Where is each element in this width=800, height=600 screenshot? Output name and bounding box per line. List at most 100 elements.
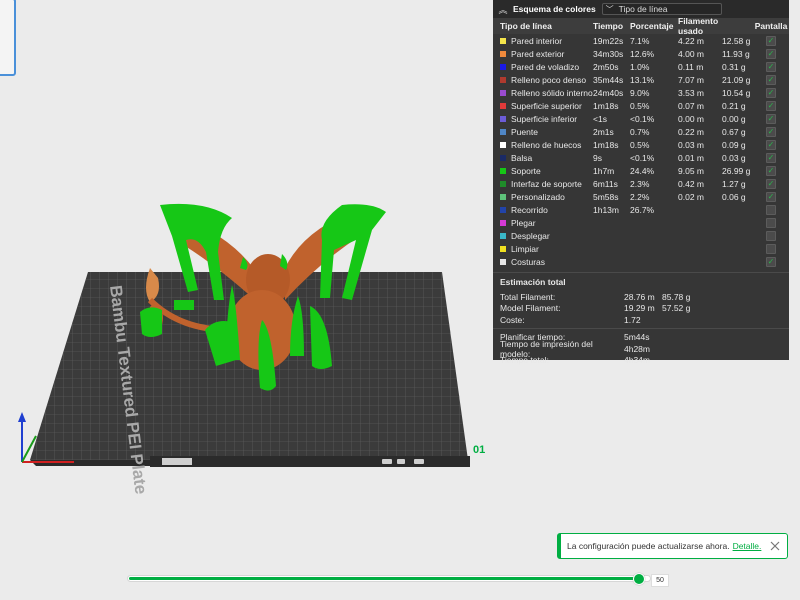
col-display: Pantalla [754, 21, 788, 31]
line-length: 0.11 m [678, 61, 704, 72]
estimation-value-2: 57.52 g [662, 303, 691, 314]
display-checkbox[interactable]: ✓ [766, 204, 776, 215]
line-time: 19m22s [593, 35, 624, 46]
line-type-name: Pared de voladizo [511, 61, 580, 72]
3d-viewport[interactable]: Bambu Textured PEI Plate 01 ︽ Esquema de… [0, 0, 800, 600]
display-checkbox[interactable]: ✓ [766, 87, 776, 98]
line-time: 6m11s [593, 178, 618, 189]
legend-title: Esquema de colores [513, 4, 596, 14]
line-type-name: Superficie superior [511, 100, 582, 111]
line-percent: 12.6% [630, 48, 655, 59]
color-swatch [500, 63, 506, 70]
line-weight: 10.54 g [722, 87, 751, 98]
display-checkbox[interactable]: ✓ [766, 217, 776, 228]
line-time: 2m1s [593, 126, 614, 137]
layer-slider[interactable] [127, 572, 657, 586]
line-type-name: Soporte [511, 165, 541, 176]
collapse-up-icon[interactable]: ︽ [493, 3, 513, 16]
legend-row: Pared de voladizo 2m50s 1.0% 0.11 m 0.31 g ✓ [493, 60, 789, 73]
color-swatch [500, 167, 506, 174]
line-weight: 11.93 g [722, 48, 750, 59]
estimation-value-1: 28.76 m [624, 291, 655, 302]
color-scheme-panel: ︽ Esquema de colores ﹀ Tipo de línea Tip… [493, 0, 789, 365]
line-length: 3.53 m [678, 87, 704, 98]
display-checkbox[interactable]: ✓ [766, 178, 776, 189]
line-weight: 0.06 g [722, 191, 746, 202]
display-checkbox[interactable]: ✓ [766, 230, 776, 241]
notification-detail-link[interactable]: Detalle. [733, 541, 762, 551]
plate-number: 01 [473, 444, 485, 456]
display-checkbox[interactable]: ✓ [766, 243, 776, 254]
line-length: 0.02 m [678, 191, 704, 202]
estimation-value-1: 1.72 [624, 314, 641, 325]
estimation-label: Model Filament: [500, 303, 561, 314]
line-length: 9.05 m [678, 165, 704, 176]
estimation-title: Estimación total [493, 272, 789, 291]
display-checkbox[interactable]: ✓ [766, 139, 776, 150]
line-type-name: Recorrido [511, 204, 548, 215]
line-time: 5m58s [593, 191, 619, 202]
slider-value: 50 [651, 574, 669, 587]
display-checkbox[interactable]: ✓ [766, 191, 776, 202]
line-length: 0.00 m [678, 113, 704, 124]
line-time: 1m18s [593, 139, 619, 150]
legend-rows: Pared interior 19m22s 7.1% 4.22 m 12.58 g ✓ Pa… [493, 34, 789, 268]
close-icon[interactable] [769, 540, 781, 552]
line-length: 4.00 m [678, 48, 704, 59]
estimation-divider [493, 327, 789, 329]
line-type-select-value: Tipo de línea [618, 4, 668, 14]
color-swatch [500, 258, 506, 265]
line-type-name: Balsa [511, 152, 533, 163]
line-length: 7.07 m [678, 74, 704, 85]
display-checkbox[interactable]: ✓ [766, 126, 776, 137]
legend-header: ︽ Esquema de colores ﹀ Tipo de línea [493, 0, 789, 18]
slider-track[interactable] [127, 575, 651, 582]
plate-icon-b [397, 459, 405, 464]
color-swatch [500, 206, 506, 213]
legend-row: Pared exterior 34m30s 12.6% 4.00 m 11.93 g ✓ [493, 47, 789, 60]
legend-row: Personalizado 5m58s 2.2% 0.02 m 0.06 g ✓ [493, 190, 789, 203]
color-swatch [500, 193, 506, 200]
legend-columns: Tipo de línea Tiempo Porcentaje Filament… [493, 16, 789, 36]
legend-row: Plegar ✓ [493, 216, 789, 229]
line-length: 0.22 m [678, 126, 704, 137]
color-swatch [500, 180, 506, 187]
display-checkbox[interactable]: ✓ [766, 61, 776, 72]
display-checkbox[interactable]: ✓ [766, 74, 776, 85]
line-time: <1s [593, 113, 607, 124]
legend-row: Desplegar ✓ [493, 229, 789, 242]
line-percent: 2.2% [630, 191, 650, 202]
display-checkbox[interactable]: ✓ [766, 152, 776, 163]
line-length: 0.42 m [678, 178, 704, 189]
line-length: 0.03 m [678, 139, 704, 150]
line-percent: 0.5% [630, 100, 650, 111]
legend-row: Costuras ✓ [493, 255, 789, 268]
line-percent: <0.1% [630, 113, 655, 124]
display-checkbox[interactable]: ✓ [766, 48, 776, 59]
display-checkbox[interactable]: ✓ [766, 100, 776, 111]
time-row: Tiempo total: 4h34m [493, 355, 789, 367]
line-type-select[interactable]: ﹀ Tipo de línea [601, 3, 722, 15]
line-type-name: Pared interior [511, 35, 563, 46]
line-time: 9s [593, 152, 602, 163]
display-checkbox[interactable]: ✓ [766, 113, 776, 124]
legend-row: Balsa 9s <0.1% 0.01 m 0.03 g ✓ [493, 151, 789, 164]
display-checkbox[interactable]: ✓ [766, 35, 776, 46]
line-type-name: Limpiar [511, 243, 539, 254]
line-percent: 2.3% [630, 178, 650, 189]
line-time: 34m30s [593, 48, 624, 59]
line-time: 2m50s [593, 61, 619, 72]
estimation-row: Model Filament: 19.29 m 57.52 g [493, 303, 789, 315]
display-checkbox[interactable]: ✓ [766, 165, 776, 176]
line-type-name: Interfaz de soporte [511, 178, 582, 189]
update-notification: La configuración puede actualizarse ahor… [557, 533, 788, 559]
line-type-name: Plegar [511, 217, 536, 228]
line-weight: 0.09 g [722, 139, 746, 150]
legend-row: Relleno sólido interno 24m40s 9.0% 3.53 m 10… [493, 86, 789, 99]
line-type-name: Pared exterior [511, 48, 565, 59]
estimation-values: Total Filament: 28.76 m 85.78 g Model Filam… [493, 291, 789, 366]
color-swatch [500, 102, 506, 109]
slider-thumb[interactable] [632, 573, 645, 585]
display-checkbox[interactable]: ✓ [766, 256, 776, 267]
time-row: Tiempo de impresión del modelo: 4h28m [493, 339, 789, 359]
